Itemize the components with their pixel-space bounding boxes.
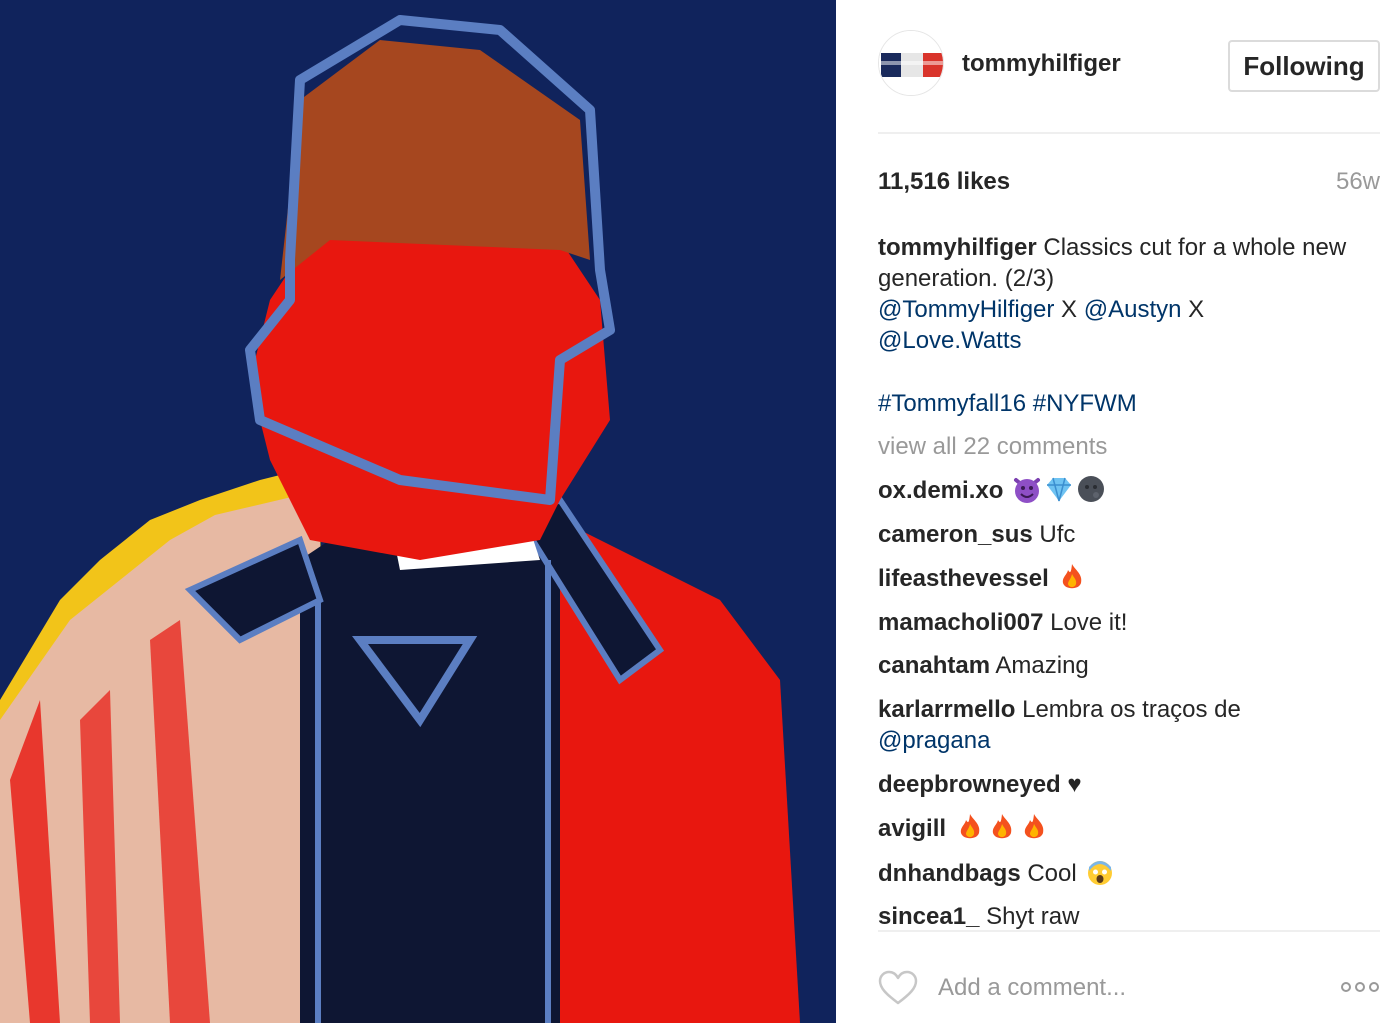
comment-username[interactable]: lifeasthevessel xyxy=(878,565,1049,592)
comment-item: mamacholi007 Love it! xyxy=(878,607,1358,638)
hashtags: #Tommyfall16 #NYFWM xyxy=(878,388,1358,419)
comment-item: dnhandbags Cool xyxy=(878,857,1358,889)
post-image[interactable] xyxy=(0,0,836,1023)
comment-username[interactable]: ox.demi.xo xyxy=(878,477,1003,504)
post-sidebar: tommyhilfiger Following 11,516 likes 56w… xyxy=(836,0,1400,1023)
post-actions xyxy=(878,962,1380,1010)
comment-username[interactable]: cameron_sus xyxy=(878,521,1033,548)
comment-item: deepbrowneyed ♥ xyxy=(878,769,1358,800)
comment-text: Shyt raw xyxy=(986,903,1080,930)
comment-item: karlarrmello Lembra os traços de @pragan… xyxy=(878,694,1358,756)
comments-section: tommyhilfiger Classics cut for a whole n… xyxy=(878,232,1358,930)
mention-link[interactable]: @Austyn xyxy=(1084,296,1182,323)
likes-count[interactable]: 11,516 likes xyxy=(878,168,1010,196)
comment-item: avigill xyxy=(878,812,1358,844)
caption-separator: X xyxy=(1054,296,1084,323)
mention-link[interactable]: @Love.Watts xyxy=(878,327,1022,354)
comment-username[interactable]: sincea1_ xyxy=(878,903,979,930)
comment-username[interactable]: mamacholi007 xyxy=(878,609,1043,636)
hashtag-link[interactable]: #NYFWM xyxy=(1033,390,1137,417)
fire-emoji-icon xyxy=(1063,564,1082,589)
following-button[interactable]: Following xyxy=(1228,40,1380,92)
comment-text: Lembra os traços de xyxy=(1022,695,1241,723)
avatar[interactable] xyxy=(878,30,944,96)
comment-username[interactable]: deepbrowneyed xyxy=(878,771,1061,798)
mention-link[interactable]: @pragana xyxy=(878,727,990,754)
comment-text: Love it! xyxy=(1050,608,1128,636)
comment-text: Cool xyxy=(1027,859,1077,887)
fashion-illustration xyxy=(0,0,836,1023)
caption-username[interactable]: tommyhilfiger xyxy=(878,234,1037,261)
comment-username[interactable]: canahtam xyxy=(878,652,990,679)
more-options-icon[interactable] xyxy=(1340,978,1380,996)
comment-item: cameron_sus Ufc xyxy=(878,519,1358,550)
actions-divider xyxy=(878,930,1380,932)
comment-item: lifeasthevessel xyxy=(878,562,1358,594)
likes-row: 11,516 likes 56w xyxy=(878,168,1380,200)
comment-item: sincea1_ Shyt raw xyxy=(878,901,1358,930)
tommy-hilfiger-flag-logo-icon xyxy=(879,31,943,95)
comment-text: ♥ xyxy=(1067,770,1082,798)
heart-icon[interactable] xyxy=(878,970,918,1006)
view-all-comments-link[interactable]: view all 22 comments xyxy=(878,431,1358,462)
comment-item: ox.demi.xo xyxy=(878,474,1358,506)
comment-text: Ufc xyxy=(1039,520,1076,548)
fire-emoji-icon xyxy=(992,814,1012,839)
comment-username[interactable]: avigill xyxy=(878,815,946,842)
comment-username[interactable]: dnhandbags xyxy=(878,860,1021,887)
post-timestamp[interactable]: 56w xyxy=(1336,168,1380,196)
smiling-devil-emoji-icon xyxy=(1014,478,1041,503)
mention-link[interactable]: @TommyHilfiger xyxy=(878,296,1054,323)
fire-emoji-icon xyxy=(1024,814,1044,839)
add-comment-input[interactable] xyxy=(938,970,1318,1006)
post-header: tommyhilfiger Following xyxy=(878,30,1380,134)
comment-username[interactable]: karlarrmello xyxy=(878,696,1015,723)
hashtag-link[interactable]: #Tommyfall16 xyxy=(878,390,1026,417)
fire-emoji-icon xyxy=(960,814,980,839)
comment-text: Amazing xyxy=(995,652,1089,680)
screaming-face-emoji-icon xyxy=(1088,860,1113,885)
comment-item: canahtam Amazing xyxy=(878,650,1358,681)
instagram-post: tommyhilfiger Following 11,516 likes 56w… xyxy=(0,0,1400,1023)
gem-emoji-icon xyxy=(1047,477,1072,502)
caption-separator: X xyxy=(1181,296,1205,323)
author-username[interactable]: tommyhilfiger xyxy=(962,50,1121,78)
new-moon-face-emoji-icon xyxy=(1078,476,1105,502)
post-caption: tommyhilfiger Classics cut for a whole n… xyxy=(878,232,1358,356)
